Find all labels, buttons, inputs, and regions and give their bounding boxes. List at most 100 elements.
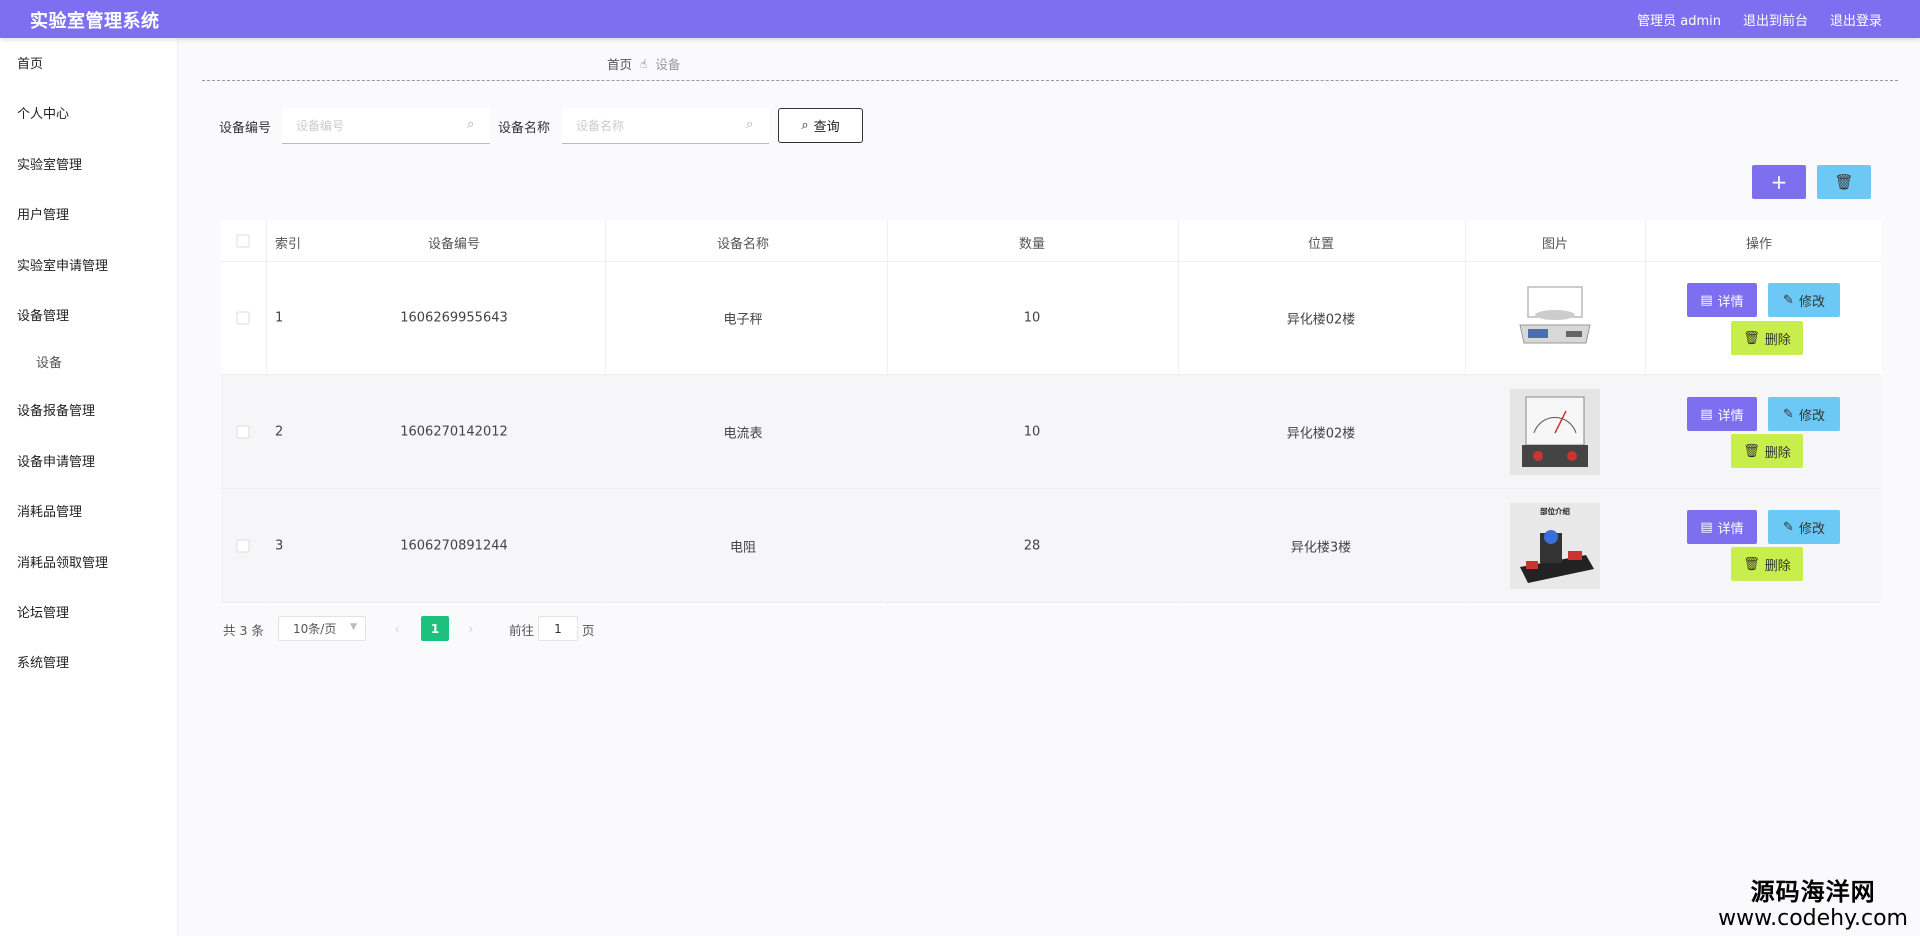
sidebar-item-lab-management[interactable]: 实验室管理	[17, 154, 82, 173]
cell-qty: 10	[1023, 310, 1041, 326]
goto-label: 前往	[509, 623, 535, 638]
table-header-location: 位置	[1307, 237, 1335, 252]
detail-button[interactable]: ▤ 详情	[1687, 397, 1757, 431]
table-row: 1 1606269955643 电子秤 10 异化楼02楼 ▤ 详情 ✎ 修改 …	[221, 262, 1881, 375]
cell-code: 1606269955643	[400, 310, 508, 326]
cell-qty: 10	[1023, 424, 1041, 440]
edit-button[interactable]: ✎ 修改	[1768, 510, 1840, 544]
sidebar-item-consumable-collection[interactable]: 消耗品领取管理	[17, 552, 108, 571]
ammeter-image	[1522, 396, 1588, 467]
page-number-button[interactable]: 1	[421, 616, 449, 641]
cell-index: 2	[275, 424, 284, 440]
table-header-qty: 数量	[1018, 237, 1046, 252]
cell-name: 电阻	[729, 540, 757, 556]
edit-button-label: 修改	[1798, 408, 1825, 424]
table-row: 2 1606270142012 电流表 10 异化楼02楼 ▤ 详情 ✎ 修改 …	[221, 375, 1881, 489]
watermark: 源码海洋网 www.codehy.com	[1718, 878, 1908, 932]
document-icon: ▤	[1700, 406, 1713, 422]
sidebar-item-equipment-application[interactable]: 设备申请管理	[17, 451, 95, 470]
cell-location: 异化楼3楼	[1290, 540, 1352, 556]
table-header-code: 设备编号	[427, 237, 481, 252]
row-checkbox[interactable]	[236, 425, 250, 439]
detail-button[interactable]: ▤ 详情	[1687, 510, 1757, 544]
document-icon: ▤	[1700, 292, 1713, 308]
breadcrumb-separator-icon: ☝	[640, 56, 648, 71]
next-page-button[interactable]: ›	[459, 616, 483, 641]
equipment-code-input[interactable]	[282, 108, 490, 144]
cell-index: 1	[275, 310, 284, 326]
table-header: 索引 设备编号 设备名称 数量 位置 图片 操作	[221, 220, 1881, 262]
equipment-image-ammeter[interactable]	[1510, 389, 1600, 475]
delete-button[interactable]: 🗑 删除	[1731, 434, 1803, 468]
detail-button-label: 详情	[1717, 521, 1744, 537]
sidebar-subitem-equipment[interactable]: 设备	[36, 352, 62, 371]
chevron-down-icon: ▼	[350, 622, 357, 632]
add-button[interactable]: +	[1752, 165, 1806, 199]
edit-button-label: 修改	[1798, 521, 1825, 537]
row-checkbox[interactable]	[236, 539, 250, 553]
back-to-frontend-link[interactable]: 退出到前台	[1743, 10, 1808, 29]
sidebar-item-equipment-report[interactable]: 设备报备管理	[17, 400, 95, 419]
delete-button[interactable]: 🗑 删除	[1731, 321, 1803, 355]
edit-button[interactable]: ✎ 修改	[1768, 397, 1840, 431]
chevron-right-icon: ›	[468, 621, 474, 636]
table-header-index: 索引	[275, 237, 302, 252]
equipment-image-scale[interactable]	[1510, 275, 1600, 361]
table-header-name: 设备名称	[716, 237, 770, 252]
page-unit-label: 页	[582, 623, 595, 638]
trash-icon: 🗑	[1743, 556, 1760, 572]
sidebar-item-user-management[interactable]: 用户管理	[17, 204, 69, 223]
goto-page-input[interactable]	[538, 616, 578, 641]
table-header-actions: 操作	[1745, 237, 1773, 252]
sidebar-item-lab-application[interactable]: 实验室申请管理	[17, 255, 108, 274]
cell-code: 1606270891244	[400, 538, 508, 554]
sidebar-item-equipment-management[interactable]: 设备管理	[17, 305, 69, 324]
sidebar-item-profile[interactable]: 个人中心	[17, 103, 69, 122]
sidebar-item-system[interactable]: 系统管理	[17, 652, 69, 671]
delete-button[interactable]: 🗑 删除	[1731, 547, 1803, 581]
sidebar-item-forum[interactable]: 论坛管理	[17, 602, 69, 621]
prev-page-button[interactable]: ‹	[385, 616, 409, 641]
pencil-icon: ✎	[1783, 292, 1794, 308]
page-size-value: 10条/页	[293, 622, 337, 636]
search-icon: ⌕	[467, 117, 475, 132]
pencil-icon: ✎	[1783, 519, 1794, 535]
sidebar-item-consumables[interactable]: 消耗品管理	[17, 501, 82, 520]
detail-button[interactable]: ▤ 详情	[1687, 283, 1757, 317]
watermark-name: 源码海洋网	[1750, 878, 1876, 906]
edit-button[interactable]: ✎ 修改	[1768, 283, 1840, 317]
cell-qty: 28	[1023, 538, 1041, 554]
detail-button-label: 详情	[1717, 294, 1744, 310]
sidebar-item-home[interactable]: 首页	[17, 53, 43, 72]
breadcrumb-current: 设备	[655, 57, 681, 72]
trash-icon: 🗑	[1743, 330, 1760, 346]
equipment-name-input[interactable]	[562, 108, 769, 144]
select-all-checkbox[interactable]	[236, 234, 250, 248]
cell-name: 电流表	[723, 426, 763, 442]
cell-name: 电子秤	[723, 312, 763, 328]
resistor-device-image: 部位介绍	[1520, 506, 1594, 583]
logout-link[interactable]: 退出登录	[1830, 10, 1882, 29]
top-header: 实验室管理系统 管理员 admin 退出到前台 退出登录	[0, 0, 1920, 38]
watermark-url: www.codehy.com	[1718, 906, 1908, 931]
batch-delete-button[interactable]: 🗑	[1817, 165, 1871, 199]
query-button[interactable]: ⌕ 查询	[778, 108, 863, 143]
pencil-icon: ✎	[1783, 406, 1794, 422]
equipment-name-label: 设备名称	[498, 121, 551, 136]
delete-button-label: 删除	[1764, 558, 1791, 574]
breadcrumb-home[interactable]: 首页	[607, 54, 632, 73]
table-header-image: 图片	[1541, 237, 1569, 252]
image-caption: 部位介绍	[1540, 506, 1570, 516]
query-button-label: 查询	[813, 120, 840, 135]
cell-location: 异化楼02楼	[1286, 312, 1356, 328]
page-size-select[interactable]: 10条/页 ▼	[278, 616, 366, 641]
divider	[202, 80, 1898, 81]
cell-index: 3	[275, 538, 284, 554]
detail-button-label: 详情	[1717, 408, 1744, 424]
trash-icon: 🗑	[1834, 173, 1854, 191]
admin-user-label: 管理员 admin	[1637, 14, 1721, 29]
equipment-image-resistor[interactable]: 部位介绍	[1510, 503, 1600, 589]
chevron-left-icon: ‹	[394, 621, 400, 636]
delete-button-label: 删除	[1764, 332, 1791, 348]
row-checkbox[interactable]	[236, 311, 250, 325]
